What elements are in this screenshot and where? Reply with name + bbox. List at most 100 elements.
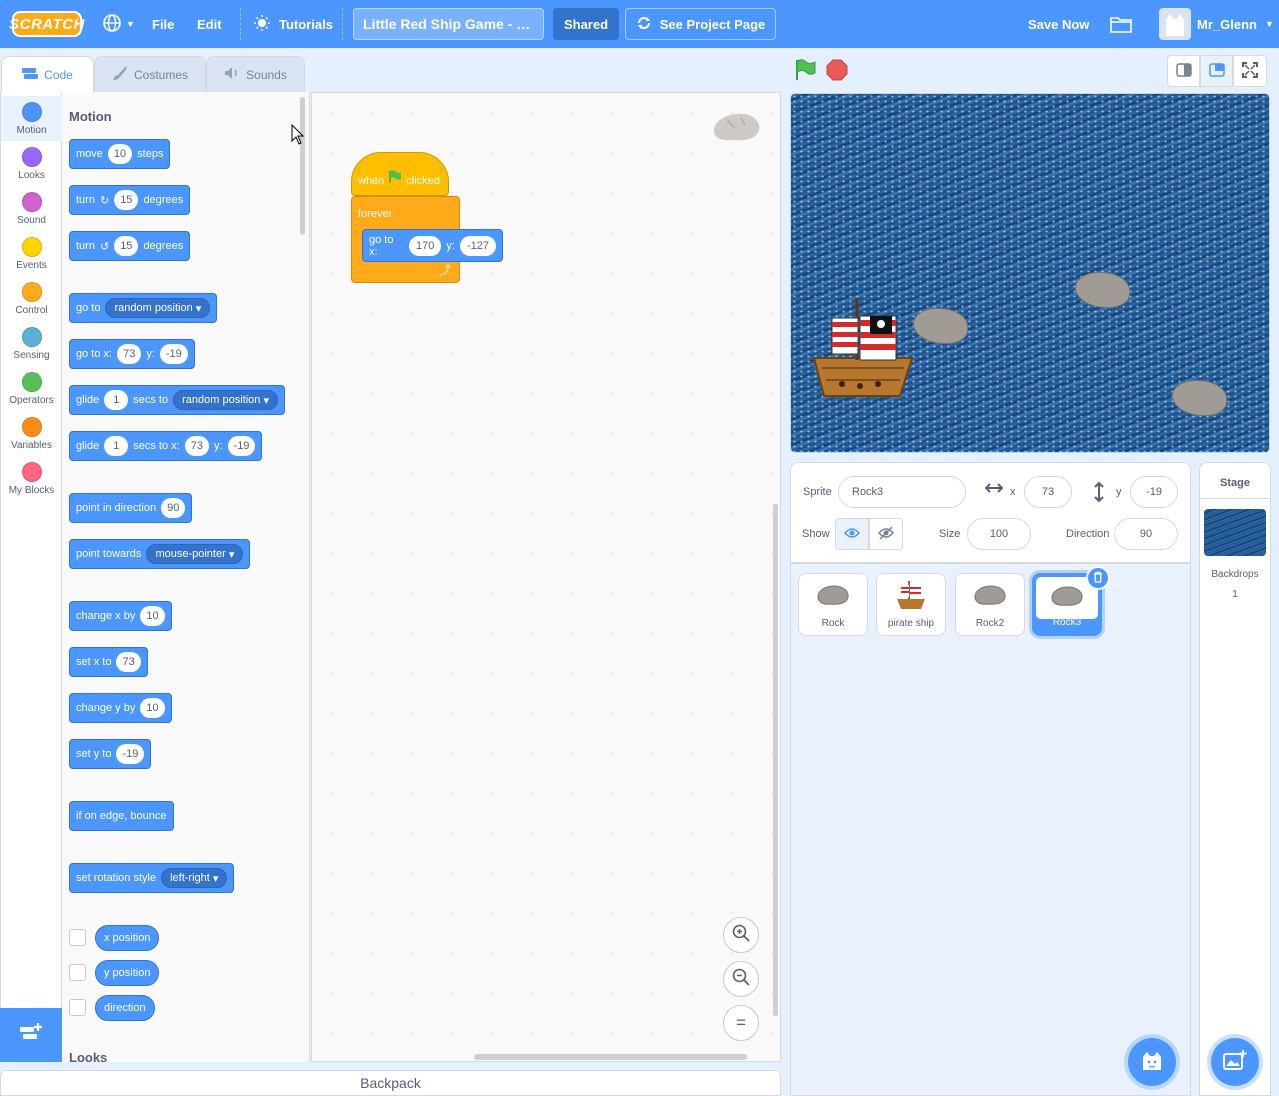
account-menu[interactable]: Mr_Glenn ▼ xyxy=(1197,0,1274,48)
script-go-to-xy-block[interactable]: go to x: 170 y: -127 xyxy=(362,229,503,262)
when-flag-clicked-block[interactable]: when clicked xyxy=(351,152,449,196)
choose-backdrop-button[interactable] xyxy=(1211,1038,1259,1086)
x-input[interactable]: 170 xyxy=(409,235,442,256)
glide-block[interactable]: glide 1 secs to random position ▾ xyxy=(69,385,285,415)
file-menu[interactable]: File xyxy=(152,0,174,48)
rotation-style-block[interactable]: set rotation style left-right ▾ xyxy=(69,863,235,893)
go-to-block[interactable]: go to random position ▾ xyxy=(69,293,218,323)
paintbrush-icon xyxy=(112,65,128,84)
category-sound[interactable]: Sound xyxy=(1,186,62,231)
turn-right-block[interactable]: turn ↻ 15 degrees xyxy=(69,185,191,215)
stage-selector-panel[interactable] xyxy=(1199,462,1271,1096)
category-my-blocks[interactable]: My Blocks xyxy=(1,456,62,501)
category-sensing[interactable]: Sensing xyxy=(1,321,62,366)
project-title-input[interactable]: Little Red Ship Game - du... xyxy=(353,8,544,40)
y-input[interactable]: -127 xyxy=(459,235,496,256)
block-text: clicked xyxy=(406,175,440,187)
shared-button[interactable]: Shared xyxy=(553,8,619,40)
language-menu[interactable]: ▼ xyxy=(102,0,135,48)
x-position-checkbox[interactable] xyxy=(69,929,86,946)
zoom-reset-button[interactable]: = xyxy=(723,1005,759,1041)
small-stage-button[interactable] xyxy=(1167,55,1200,87)
category-looks[interactable]: Looks xyxy=(1,141,62,186)
x-input[interactable]: 73 xyxy=(117,344,142,364)
set-y-block[interactable]: set y to -19 xyxy=(69,739,152,769)
category-events[interactable]: Events xyxy=(1,231,62,276)
set-y-input[interactable]: -19 xyxy=(116,744,145,764)
tab-costumes[interactable]: Costumes xyxy=(94,56,206,92)
category-operators[interactable]: Operators xyxy=(1,366,62,411)
glide-dropdown[interactable]: random position ▾ xyxy=(173,390,278,410)
backdrop-thumbnail[interactable] xyxy=(1204,509,1266,556)
degrees-input[interactable]: 15 xyxy=(114,190,139,210)
steps-input[interactable]: 10 xyxy=(107,144,133,164)
bounce-block[interactable]: if on edge, bounce xyxy=(69,801,174,831)
y-position-reporter[interactable]: y position xyxy=(95,960,160,986)
direction-reporter[interactable]: direction xyxy=(95,995,155,1021)
change-x-input[interactable]: 10 xyxy=(140,606,165,626)
y-input[interactable]: -19 xyxy=(1130,476,1178,508)
hide-sprite-button[interactable] xyxy=(869,518,903,550)
direction-checkbox[interactable] xyxy=(69,999,86,1016)
backpack[interactable]: Backpack xyxy=(0,1070,781,1096)
see-project-page-button[interactable]: See Project Page xyxy=(625,8,776,40)
show-sprite-button[interactable] xyxy=(835,518,869,550)
turn-left-block[interactable]: turn ↺ 15 degrees xyxy=(69,231,191,261)
block-text: point in direction xyxy=(76,502,157,514)
direction-input[interactable]: 90 xyxy=(1114,518,1178,550)
category-motion[interactable]: Motion xyxy=(1,96,62,141)
zoom-in-button[interactable] xyxy=(723,917,759,953)
palette-scrollbar[interactable] xyxy=(300,97,305,235)
tutorials-menu[interactable]: Tutorials xyxy=(253,0,333,48)
sprite-tile-pirate-ship[interactable]: pirate ship xyxy=(876,573,946,636)
eye-icon xyxy=(844,527,860,542)
point-towards-dropdown[interactable]: mouse-pointer ▾ xyxy=(146,544,244,564)
glide-xy-block[interactable]: glide 1 secs to x: 73 y: -19 xyxy=(69,431,263,461)
edit-menu[interactable]: Edit xyxy=(197,0,222,48)
direction-input[interactable]: 90 xyxy=(161,498,186,518)
go-to-xy-block[interactable]: go to x: 73 y: -19 xyxy=(69,339,195,369)
zoom-out-button[interactable] xyxy=(723,961,759,997)
avatar[interactable] xyxy=(1159,8,1191,40)
sprite-tile-rock[interactable]: Rock xyxy=(798,573,868,636)
sprite-tile-rock2[interactable]: Rock2 xyxy=(955,573,1025,636)
y-input[interactable]: -19 xyxy=(159,344,188,364)
point-direction-block[interactable]: point in direction 90 xyxy=(69,493,193,523)
pirate-ship-sprite[interactable] xyxy=(812,296,917,406)
category-variables[interactable]: Variables xyxy=(1,411,62,456)
set-x-input[interactable]: 73 xyxy=(116,652,141,672)
x-input[interactable]: 73 xyxy=(184,436,209,456)
secs-input[interactable]: 1 xyxy=(104,390,129,410)
normal-stage-button[interactable] xyxy=(1200,55,1233,87)
save-now-button[interactable]: Save Now xyxy=(1028,0,1089,48)
x-position-reporter[interactable]: x position xyxy=(95,925,160,951)
x-input[interactable]: 73 xyxy=(1024,476,1072,508)
change-x-block[interactable]: change x by 10 xyxy=(69,601,172,631)
degrees-input[interactable]: 15 xyxy=(114,236,139,256)
category-control[interactable]: Control xyxy=(1,276,62,321)
script-vertical-scrollbar[interactable] xyxy=(773,504,778,1016)
my-stuff-folder-icon[interactable] xyxy=(1110,0,1132,48)
fullscreen-button[interactable] xyxy=(1233,55,1267,87)
delete-sprite-button[interactable] xyxy=(1086,566,1110,590)
rotation-style-dropdown[interactable]: left-right ▾ xyxy=(161,868,228,888)
script-horizontal-scrollbar[interactable] xyxy=(474,1054,747,1060)
set-x-block[interactable]: set x to 73 xyxy=(69,647,148,677)
green-flag-button[interactable] xyxy=(793,58,817,85)
tab-code[interactable]: Code xyxy=(1,56,94,93)
go-to-dropdown[interactable]: random position ▾ xyxy=(105,298,211,318)
y-input[interactable]: -19 xyxy=(227,436,256,456)
size-input[interactable]: 100 xyxy=(967,518,1031,550)
change-y-block[interactable]: change y by 10 xyxy=(69,693,172,723)
sprite-name-input[interactable]: Rock3 xyxy=(838,476,966,508)
choose-sprite-button[interactable] xyxy=(1128,1038,1176,1086)
move-steps-block[interactable]: move 10 steps xyxy=(69,139,171,169)
scratch-logo[interactable]: SCRATCH xyxy=(9,11,84,37)
y-position-checkbox[interactable] xyxy=(69,964,86,981)
change-y-input[interactable]: 10 xyxy=(140,698,165,718)
secs-input[interactable]: 1 xyxy=(104,436,129,456)
tab-sounds[interactable]: Sounds xyxy=(206,56,305,92)
add-extension-button[interactable] xyxy=(0,1008,62,1062)
point-towards-block[interactable]: point towards mouse-pointer ▾ xyxy=(69,539,251,569)
stop-button[interactable] xyxy=(826,59,848,84)
